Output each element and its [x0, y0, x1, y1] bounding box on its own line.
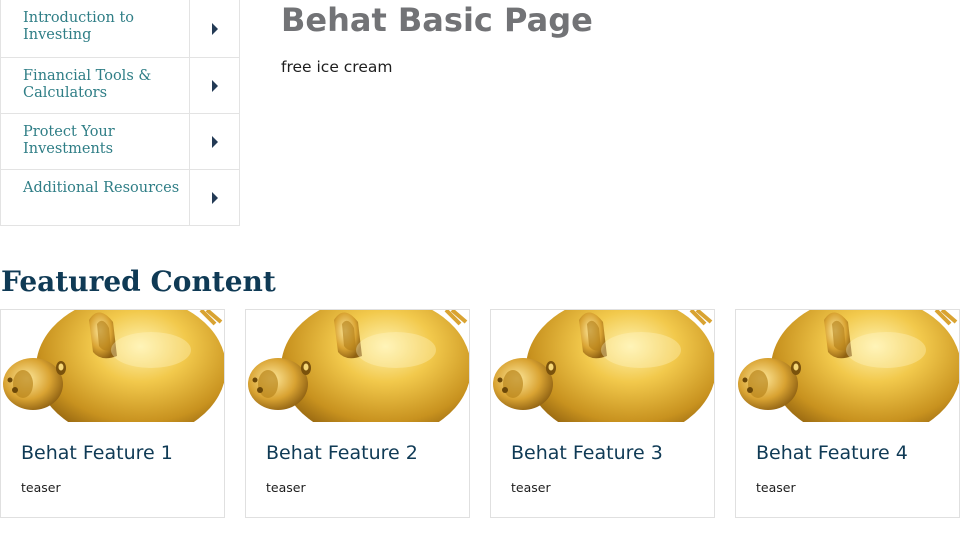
piggy-bank-image[interactable]: [491, 310, 714, 422]
piggy-bank-image[interactable]: [1, 310, 224, 422]
expand-toggle[interactable]: [189, 58, 239, 113]
feature-card[interactable]: Behat Feature 4 teaser: [735, 309, 960, 518]
feature-card-teaser: teaser: [756, 480, 796, 495]
sidebar-item-introduction-to-investing: Introduction to Investing: [1, 0, 239, 57]
feature-card-title[interactable]: Behat Feature 4: [756, 442, 908, 464]
caret-right-icon: [211, 22, 218, 35]
sidebar-item-additional-resources: Additional Resources: [1, 169, 239, 225]
expand-toggle[interactable]: [189, 0, 239, 57]
featured-content-heading: Featured Content: [1, 265, 276, 298]
sidebar-item-label[interactable]: Protect Your Investments: [1, 114, 189, 169]
expand-toggle[interactable]: [189, 114, 239, 169]
featured-cards: Behat Feature 1 teaser Behat Feature 2 t…: [0, 309, 960, 518]
caret-right-icon: [211, 191, 218, 204]
feature-card[interactable]: Behat Feature 3 teaser: [490, 309, 715, 518]
sidebar-item-financial-tools: Financial Tools & Calculators: [1, 57, 239, 113]
piggy-bank-image[interactable]: [246, 310, 469, 422]
sidebar-item-protect-your-investments: Protect Your Investments: [1, 113, 239, 169]
sidebar-menu: Introduction to Investing Financial Tool…: [0, 0, 240, 226]
page-body-text: free ice cream: [281, 58, 393, 76]
expand-toggle[interactable]: [189, 170, 239, 225]
caret-right-icon: [211, 135, 218, 148]
feature-card-teaser: teaser: [21, 480, 61, 495]
sidebar-item-label[interactable]: Financial Tools & Calculators: [1, 58, 189, 113]
sidebar-item-label[interactable]: Additional Resources: [1, 170, 189, 225]
feature-card-teaser: teaser: [266, 480, 306, 495]
feature-card[interactable]: Behat Feature 2 teaser: [245, 309, 470, 518]
page-title: Behat Basic Page: [281, 1, 593, 39]
feature-card-teaser: teaser: [511, 480, 551, 495]
feature-card-title[interactable]: Behat Feature 2: [266, 442, 418, 464]
sidebar-item-label[interactable]: Introduction to Investing: [1, 0, 189, 57]
feature-card[interactable]: Behat Feature 1 teaser: [0, 309, 225, 518]
feature-card-title[interactable]: Behat Feature 3: [511, 442, 663, 464]
caret-right-icon: [211, 79, 218, 92]
feature-card-title[interactable]: Behat Feature 1: [21, 442, 173, 464]
piggy-bank-image[interactable]: [736, 310, 959, 422]
